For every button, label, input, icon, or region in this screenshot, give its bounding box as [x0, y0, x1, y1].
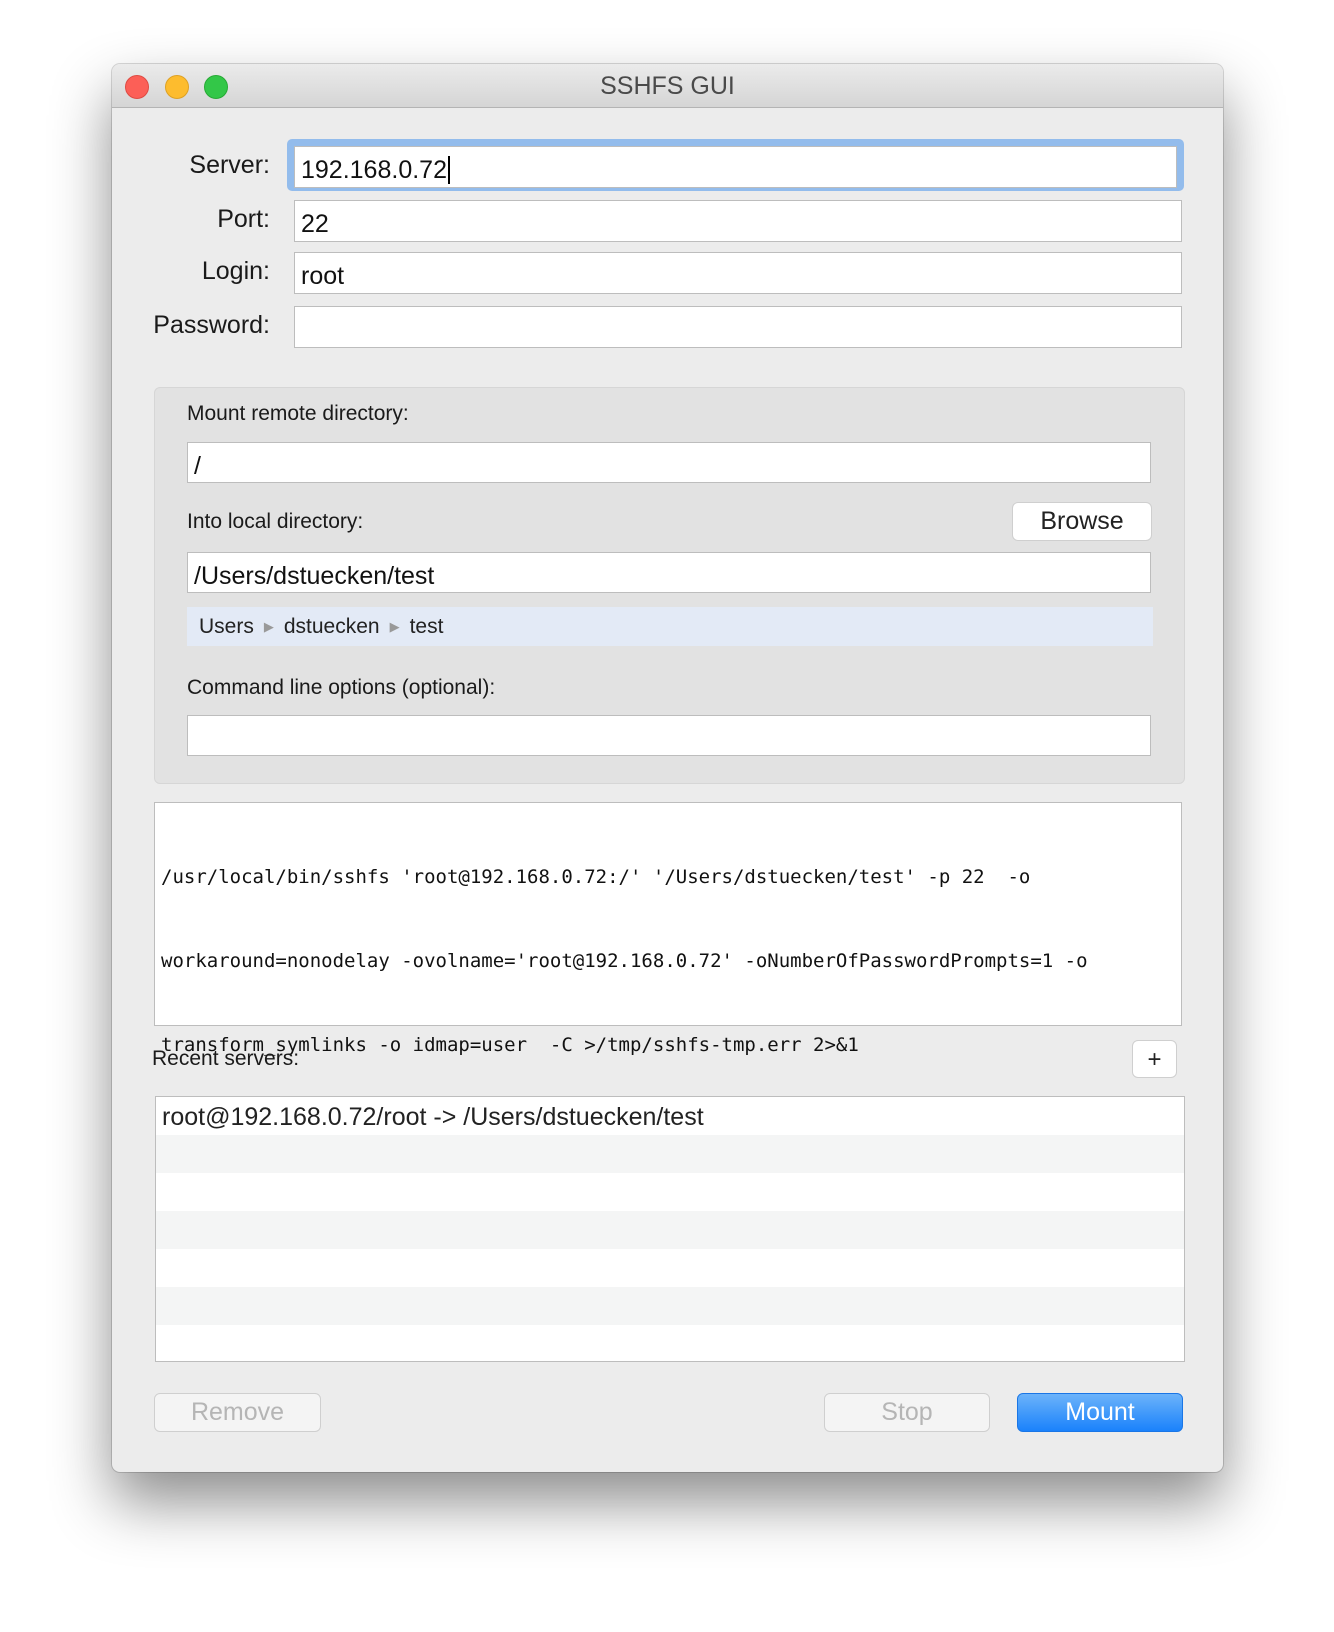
port-input[interactable]: 22 [294, 200, 1182, 242]
port-label: Port: [217, 205, 270, 233]
add-server-button[interactable]: + [1132, 1040, 1177, 1078]
command-line: workaround=nonodelay -ovolname='root@192… [161, 950, 1088, 972]
path-separator-icon: ▶ [389, 618, 400, 634]
path-control[interactable]: Users ▶ dstuecken ▶ test [187, 607, 1153, 646]
stop-button[interactable]: Stop [824, 1393, 990, 1432]
recent-servers-label: Recent servers: [152, 1047, 300, 1070]
password-input[interactable] [294, 306, 1182, 348]
login-label: Login: [201, 257, 270, 285]
path-item[interactable]: Users [199, 615, 254, 639]
empty-row [156, 1287, 1184, 1325]
command-preview-textarea[interactable]: /usr/local/bin/sshfs 'root@192.168.0.72:… [154, 802, 1182, 1056]
remote-directory-input[interactable]: / [187, 442, 1151, 483]
text-cursor: ​ [447, 156, 450, 184]
path-item[interactable]: test [410, 615, 444, 639]
empty-row [156, 1211, 1184, 1249]
path-item[interactable]: dstuecken [284, 615, 380, 639]
remove-button[interactable]: Remove [154, 1393, 321, 1432]
sshfs-window: SSHFS GUI Server: 192.168.0.72​ Port: 22… [112, 64, 1223, 1472]
title-bar: SSHFS GUI [112, 64, 1223, 108]
options-label: Command line options (optional): [187, 676, 496, 699]
list-item[interactable]: root@192.168.0.72/root -> /Users/dstueck… [156, 1097, 1184, 1135]
server-input[interactable]: 192.168.0.72​ [294, 146, 1177, 188]
server-value: 192.168.0.72 [301, 156, 447, 184]
login-input[interactable]: root [294, 252, 1182, 294]
window-title: SSHFS GUI [600, 72, 735, 100]
options-input[interactable] [187, 715, 1151, 756]
empty-row [156, 1135, 1184, 1173]
remote-directory-label: Mount remote directory: [187, 402, 409, 425]
recent-servers-list[interactable]: root@192.168.0.72/root -> /Users/dstueck… [155, 1096, 1185, 1362]
path-separator-icon: ▶ [263, 618, 274, 634]
browse-button[interactable]: Browse [1012, 502, 1152, 541]
password-label: Password: [153, 311, 270, 339]
command-line: /usr/local/bin/sshfs 'root@192.168.0.72:… [161, 866, 1031, 888]
local-directory-label: Into local directory: [187, 510, 364, 533]
server-label: Server: [189, 151, 270, 179]
local-directory-input[interactable]: /Users/dstuecken/test [187, 552, 1151, 593]
command-line: transform_symlinks -o idmap=user -C >/tm… [161, 1034, 859, 1056]
mount-button[interactable]: Mount [1017, 1393, 1183, 1432]
mount-group-box: Mount remote directory: / Into local dir… [154, 387, 1185, 784]
